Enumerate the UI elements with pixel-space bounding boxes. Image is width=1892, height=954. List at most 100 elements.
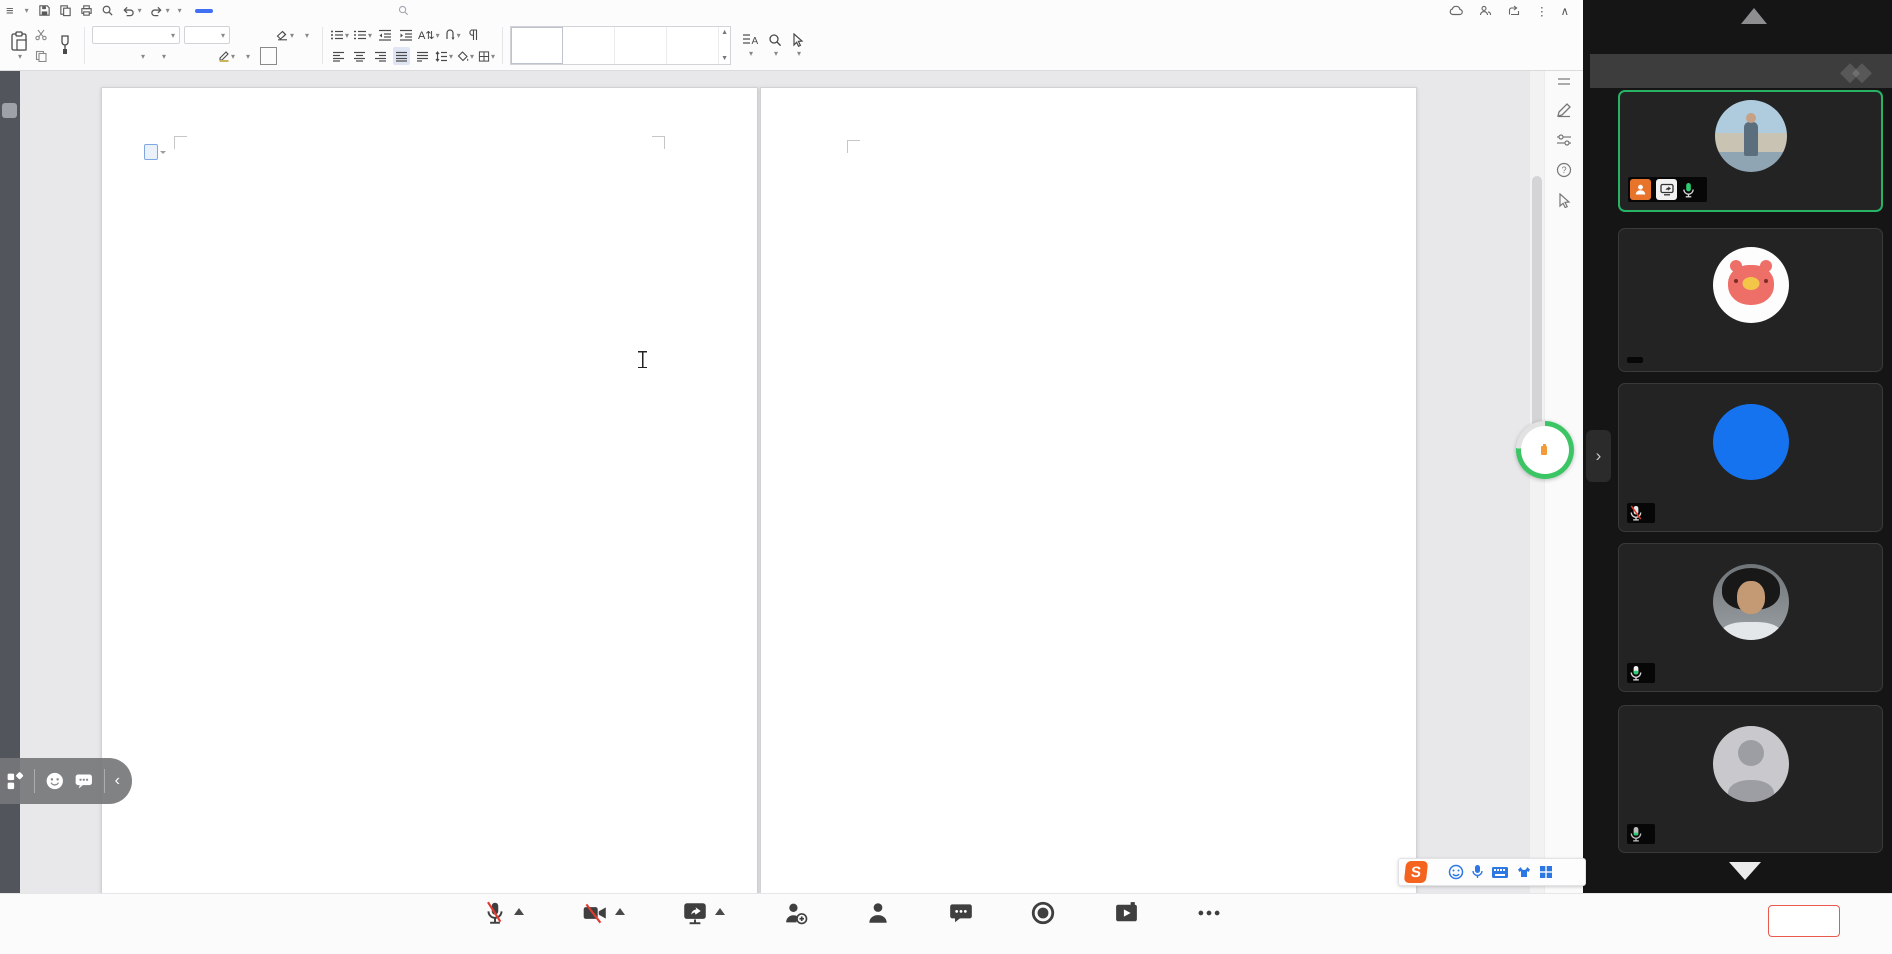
document-page-2[interactable] (760, 87, 1417, 954)
annotate-pen-icon[interactable] (1556, 102, 1572, 118)
character-border-button[interactable] (260, 47, 278, 65)
participant-tile[interactable] (1618, 228, 1883, 372)
voice-input-icon[interactable] (1471, 864, 1484, 880)
shapes-grid-icon[interactable] (6, 770, 24, 792)
undo-button[interactable]: ▾ (122, 1, 142, 21)
underline-button[interactable]: ▾ (134, 47, 151, 65)
file-menu[interactable]: ▾ (23, 6, 29, 15)
participant-tile-sharing[interactable] (1618, 90, 1883, 212)
show-paragraph-marks-button[interactable] (465, 26, 482, 44)
start-video-button[interactable] (581, 900, 625, 929)
invite-button[interactable] (782, 900, 809, 929)
tab-insert[interactable] (216, 9, 234, 13)
tab-developer[interactable] (342, 9, 360, 13)
tab-home[interactable] (194, 8, 213, 13)
highlight-button[interactable]: ▾ (218, 47, 235, 65)
copy-button[interactable] (35, 46, 50, 66)
share-button[interactable] (1508, 5, 1523, 16)
redo-button[interactable]: ▾ (150, 1, 170, 21)
document-scrollbar[interactable] (1530, 71, 1544, 954)
participant-tile[interactable] (1618, 543, 1883, 692)
numbered-list-button[interactable]: ▾ (353, 26, 372, 44)
style-scroll-up-icon[interactable]: ▲ (721, 29, 728, 36)
style-heading-1[interactable] (563, 27, 616, 64)
strikethrough-button[interactable]: ▾ (155, 47, 172, 65)
select-cursor-icon[interactable] (1558, 193, 1571, 208)
sogou-logo-icon[interactable]: S (1403, 861, 1429, 883)
emoji-icon[interactable] (1448, 864, 1464, 880)
style-heading-3[interactable] (667, 27, 720, 64)
shading-button[interactable]: ▾ (457, 47, 474, 65)
style-heading-2[interactable] (615, 27, 668, 64)
share-screen-button[interactable] (681, 900, 725, 929)
tab-member[interactable] (363, 9, 381, 13)
record-button[interactable] (1030, 900, 1056, 929)
text-direction-button[interactable]: ▾ (444, 26, 461, 44)
print-preview-icon[interactable] (101, 4, 114, 17)
font-color-button[interactable]: ▾ (239, 47, 256, 65)
style-normal[interactable] (511, 27, 564, 64)
sidebar-collapse-handle[interactable]: › (1586, 430, 1611, 482)
superscript-button[interactable] (176, 47, 193, 65)
subscript-button[interactable] (197, 47, 214, 65)
align-center-button[interactable] (351, 47, 368, 65)
font-size-select[interactable]: ▾ (184, 26, 230, 44)
tab-page-layout[interactable] (237, 9, 255, 13)
members-button[interactable] (865, 900, 891, 929)
font-family-select[interactable]: ▾ (92, 26, 180, 44)
paste-button[interactable]: ▾ (6, 25, 32, 66)
subtitle-chat-icon[interactable] (74, 770, 94, 792)
participants-scroll-up-icon[interactable] (1741, 8, 1767, 24)
hamburger-menu-icon[interactable]: ≡ (6, 3, 14, 18)
skin-icon[interactable] (1516, 865, 1532, 879)
help-icon[interactable]: ? (1556, 162, 1572, 178)
battery-optimizer-widget[interactable] (1516, 421, 1574, 479)
select-tool[interactable]: ▾ (792, 25, 804, 66)
document-canvas[interactable]: ? (0, 71, 1583, 954)
submenu-caret-icon[interactable] (514, 908, 524, 915)
align-left-button[interactable] (330, 47, 347, 65)
live-stream-button[interactable] (1113, 900, 1140, 929)
shrink-font-button[interactable] (255, 26, 272, 44)
collapse-pill-icon[interactable]: ‹ (115, 772, 120, 790)
cut-button[interactable] (35, 25, 50, 45)
collaborate-button[interactable] (1479, 5, 1495, 16)
toolbox-icon[interactable] (1539, 865, 1553, 879)
keyboard-icon[interactable] (1491, 866, 1509, 879)
find-replace-tool[interactable]: ▾ (768, 25, 782, 66)
export-icon[interactable] (59, 4, 72, 17)
bold-button[interactable] (92, 47, 109, 65)
page-settings-icon[interactable] (1557, 77, 1571, 87)
tab-review[interactable] (279, 9, 297, 13)
tab-section[interactable] (321, 9, 339, 13)
collapse-ribbon-icon[interactable]: ∧ (1561, 4, 1569, 18)
smart-tag-icon[interactable] (144, 144, 166, 160)
borders-button[interactable]: ▾ (478, 47, 495, 65)
format-painter-button[interactable] (53, 25, 77, 66)
cloud-sync-status[interactable] (1449, 5, 1466, 16)
distribute-button[interactable] (414, 47, 431, 65)
command-search[interactable] (398, 5, 413, 16)
emoji-reaction-icon[interactable] (45, 769, 65, 793)
more-menu-icon[interactable]: ⋮ (1536, 4, 1548, 18)
italic-button[interactable] (113, 47, 130, 65)
print-icon[interactable] (80, 4, 93, 17)
increase-indent-button[interactable] (397, 26, 414, 44)
bullet-list-button[interactable]: ▾ (330, 26, 349, 44)
more-button[interactable] (1196, 900, 1222, 929)
submenu-caret-icon[interactable] (715, 908, 725, 915)
tab-view[interactable] (300, 9, 318, 13)
submenu-caret-icon[interactable] (614, 908, 625, 915)
line-spacing-button[interactable]: ▾ (435, 47, 453, 65)
align-right-button[interactable] (372, 47, 389, 65)
grow-font-button[interactable] (234, 26, 251, 44)
chat-button[interactable] (948, 900, 974, 929)
style-scroll-down-icon[interactable]: ▼ (721, 55, 728, 62)
adjust-sliders-icon[interactable] (1556, 133, 1572, 147)
participant-tile[interactable] (1618, 705, 1883, 853)
tab-references[interactable] (258, 9, 276, 13)
quickbar-more-icon[interactable]: ▾ (178, 6, 182, 15)
participant-tile[interactable] (1618, 383, 1883, 532)
clear-format-button[interactable]: ▾ (276, 26, 294, 44)
decrease-indent-button[interactable] (376, 26, 393, 44)
